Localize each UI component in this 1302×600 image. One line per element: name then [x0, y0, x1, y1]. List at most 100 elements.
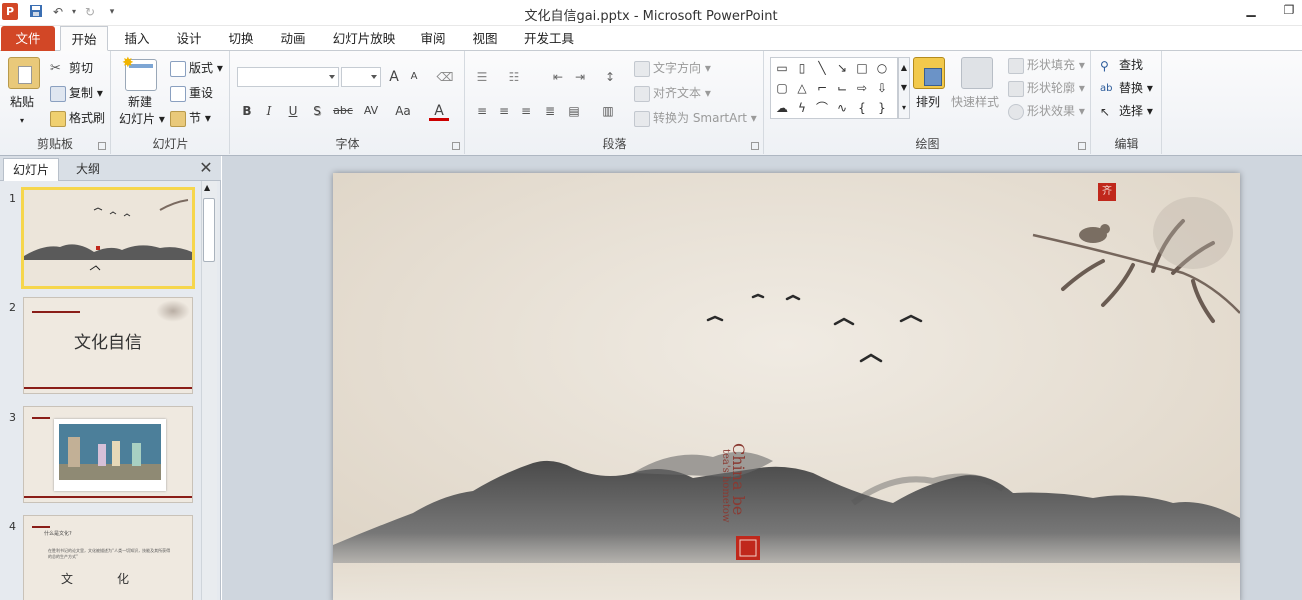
minimize-icon[interactable]: ▁ — [1240, 3, 1262, 21]
new-slide-icon[interactable]: ✸ — [122, 55, 157, 91]
line-shape-icon[interactable]: ╲ — [813, 59, 831, 77]
format-painter-button[interactable]: 格式刷 — [50, 108, 105, 128]
tab-view[interactable]: 视图 — [462, 26, 508, 51]
shape-outline-button[interactable]: 形状轮廓 ▾ — [1008, 78, 1085, 98]
align-center-icon[interactable]: ≡ — [494, 101, 514, 121]
elbow-connector-shape-icon[interactable]: ⌐ — [813, 79, 831, 97]
font-size-combobox[interactable] — [341, 67, 381, 87]
group-paragraph: ☰ ☷ ⇤ ⇥ ↕ ≡ ≡ ≡ ≣ ▤ ▥ 文字方向 ▾ 对齐文本 ▾ 转换为 … — [466, 51, 764, 154]
tab-review[interactable]: 审阅 — [410, 26, 456, 51]
curve-shape-icon[interactable]: ∿ — [833, 99, 851, 117]
triangle-shape-icon[interactable]: △ — [793, 79, 811, 97]
tab-animations[interactable]: 动画 — [270, 26, 316, 51]
rectangle-shape-icon[interactable]: □ — [853, 59, 871, 77]
find-button[interactable]: ⚲ 查找 — [1100, 55, 1143, 75]
copy-button[interactable]: 复制 ▾ — [50, 83, 103, 103]
select-button[interactable]: ↖ 选择 ▾ — [1100, 101, 1153, 121]
restore-icon[interactable]: ❐ — [1278, 3, 1300, 21]
underline-button[interactable]: U — [283, 101, 303, 121]
text-shadow-button[interactable]: S — [307, 101, 327, 121]
clear-format-icon[interactable]: ⌫ — [435, 67, 455, 87]
change-case-button[interactable]: Aa — [391, 101, 415, 121]
shrink-font-button[interactable]: A — [404, 67, 424, 87]
down-arrow-shape-icon[interactable]: ⇩ — [873, 79, 891, 97]
bold-button[interactable]: B — [237, 101, 257, 121]
font-launcher-icon[interactable] — [452, 142, 460, 150]
right-brace-shape-icon[interactable]: } — [873, 99, 891, 117]
font-name-combobox[interactable] — [237, 67, 339, 87]
textbox-shape-icon[interactable]: ▭ — [773, 59, 791, 77]
clipboard-group-label: 剪贴板 — [36, 137, 73, 151]
vertical-textbox-shape-icon[interactable]: ▯ — [793, 59, 811, 77]
slide-number: 2 — [9, 301, 16, 314]
elbow-arrow-shape-icon[interactable]: ⌙ — [833, 79, 851, 97]
italic-button[interactable]: I — [259, 101, 279, 121]
line-spacing-icon[interactable]: ↕ — [600, 67, 620, 87]
drawing-launcher-icon[interactable] — [1078, 142, 1086, 150]
right-arrow-shape-icon[interactable]: ⇨ — [853, 79, 871, 97]
align-left-icon[interactable]: ≡ — [472, 101, 492, 121]
tab-slideshow[interactable]: 幻灯片放映 — [322, 26, 406, 51]
slide-thumbnail-1[interactable] — [21, 187, 195, 289]
scroll-up-icon[interactable]: ▲ — [204, 183, 210, 192]
paste-icon[interactable] — [8, 57, 40, 89]
arc-shape-icon[interactable]: ⌒ — [813, 99, 831, 117]
clipboard-launcher-icon[interactable] — [98, 142, 106, 150]
tab-insert[interactable]: 插入 — [114, 26, 160, 51]
reset-button[interactable]: 重设 — [170, 83, 213, 103]
tab-outline-pane[interactable]: 大纲 — [60, 158, 116, 181]
arrange-icon[interactable] — [913, 57, 945, 89]
arrow-line-shape-icon[interactable]: ↘ — [833, 59, 851, 77]
oval-shape-icon[interactable]: ○ — [873, 59, 891, 77]
numbering-icon[interactable]: ☷ — [504, 67, 524, 87]
ribbon-tabs: 文件 开始 插入 设计 切换 动画 幻灯片放映 审阅 视图 开发工具 — [0, 26, 1302, 51]
brush-icon — [50, 110, 66, 127]
quick-styles-icon[interactable] — [961, 57, 993, 89]
rounded-rect-shape-icon[interactable]: ▢ — [773, 79, 791, 97]
slide-thumbnail-2[interactable]: 文化自信 — [23, 297, 193, 394]
shapes-gallery[interactable]: ▭ ▯ ╲ ↘ □ ○ ▢ △ ⌐ ⌙ ⇨ ⇩ ☁ ϟ ⌒ ∿ { } — [770, 57, 898, 119]
align-right-icon[interactable]: ≡ — [516, 101, 536, 121]
section-button[interactable]: 节 ▾ — [170, 108, 211, 128]
thumbnails-scrollbar[interactable]: ▲ — [201, 181, 217, 600]
shape-effects-button[interactable]: 形状效果 ▾ — [1008, 101, 1085, 121]
increase-indent-icon[interactable]: ⇥ — [570, 67, 590, 87]
font-color-button[interactable]: A — [429, 101, 449, 121]
smartart-button[interactable]: 转换为 SmartArt ▾ — [634, 108, 757, 128]
close-pane-icon[interactable]: ✕ — [197, 159, 215, 177]
strikethrough-button[interactable]: abc — [331, 101, 355, 121]
arrange-button[interactable]: 排列 — [916, 92, 940, 112]
paragraph-launcher-icon[interactable] — [751, 142, 759, 150]
tab-slides-pane[interactable]: 幻灯片 — [3, 158, 59, 181]
new-slide-button[interactable]: 幻灯片 ▾ — [119, 109, 165, 129]
quick-styles-button[interactable]: 快速样式 — [951, 92, 999, 112]
decrease-indent-icon[interactable]: ⇤ — [548, 67, 568, 87]
tab-file[interactable]: 文件 — [1, 26, 55, 51]
scroll-thumb[interactable] — [203, 198, 215, 262]
tab-developer[interactable]: 开发工具 — [514, 26, 584, 51]
cut-button[interactable]: ✂ 剪切 — [50, 58, 93, 78]
tab-transitions[interactable]: 切换 — [218, 26, 264, 51]
tab-home[interactable]: 开始 — [60, 26, 108, 51]
slide-thumbnail-3[interactable] — [23, 406, 193, 503]
replace-button[interactable]: ab 替换 ▾ — [1100, 78, 1153, 98]
cloud-shape-icon[interactable]: ☁ — [773, 99, 791, 117]
slide-thumbnail-4[interactable]: 什么是文化? 在胜利书记的论文里，文化被描述为“人类一切知识，技能及其所获得的总… — [23, 515, 193, 600]
paste-dropdown-icon[interactable]: ▾ — [20, 111, 24, 131]
justify-icon[interactable]: ≣ — [540, 101, 560, 121]
align-text-button[interactable]: 对齐文本 ▾ — [634, 83, 711, 103]
gallery-scroll[interactable]: ▲ ▼ ▾ — [898, 57, 910, 119]
tab-design[interactable]: 设计 — [166, 26, 212, 51]
columns-icon[interactable]: ▥ — [598, 101, 618, 121]
text-direction-button[interactable]: 文字方向 ▾ — [634, 58, 711, 78]
layout-button[interactable]: 版式 ▾ — [170, 58, 223, 78]
bullets-icon[interactable]: ☰ — [472, 67, 492, 87]
left-brace-shape-icon[interactable]: { — [853, 99, 871, 117]
distributed-icon[interactable]: ▤ — [564, 101, 584, 121]
current-slide[interactable]: 齐 China be tea's hometow — [333, 173, 1240, 600]
grow-font-button[interactable]: A — [384, 67, 404, 87]
paste-button[interactable]: 粘贴 — [10, 92, 34, 112]
lightning-shape-icon[interactable]: ϟ — [793, 99, 811, 117]
character-spacing-button[interactable]: AV — [359, 101, 383, 121]
shape-fill-button[interactable]: 形状填充 ▾ — [1008, 55, 1085, 75]
